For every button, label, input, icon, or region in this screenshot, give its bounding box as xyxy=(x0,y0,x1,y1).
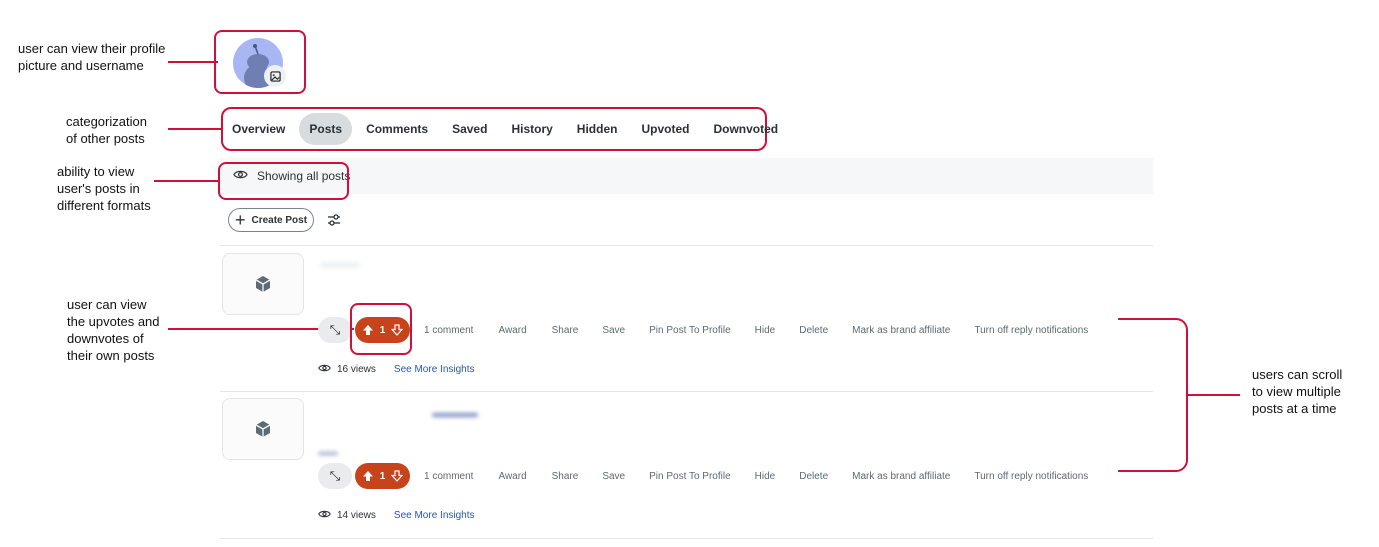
annotation-line-profile xyxy=(168,61,218,63)
pin-post-button[interactable]: Pin Post To Profile xyxy=(649,325,731,336)
post-title-blurred xyxy=(432,413,478,417)
vote-count: 1 xyxy=(379,470,386,482)
upvote-icon[interactable] xyxy=(361,469,375,483)
tab-history[interactable]: History xyxy=(501,113,562,145)
tab-comments[interactable]: Comments xyxy=(356,113,438,145)
expand-icon: ⤡ xyxy=(329,322,341,337)
tab-posts[interactable]: Posts xyxy=(299,113,353,145)
post-actions: 1 comment Award Share Save Pin Post To P… xyxy=(424,325,1088,336)
reply-notifications-button[interactable]: Turn off reply notifications xyxy=(974,325,1088,336)
annotation-formats: ability to view user's posts in differen… xyxy=(57,164,151,213)
expand-post-button[interactable]: ⤡ xyxy=(318,317,352,343)
tab-hidden[interactable]: Hidden xyxy=(567,113,628,145)
eye-icon xyxy=(318,509,331,522)
plus-icon: + xyxy=(234,210,246,230)
annotation-box-formats xyxy=(218,162,349,200)
save-button[interactable]: Save xyxy=(602,471,625,482)
award-button[interactable]: Award xyxy=(498,325,526,336)
image-icon xyxy=(269,70,281,82)
post-views: 16 views See More Insights xyxy=(318,363,475,376)
see-more-insights-link[interactable]: See More Insights xyxy=(394,510,475,521)
tab-downvoted[interactable]: Downvoted xyxy=(703,113,788,145)
annotation-line-scroll xyxy=(1188,394,1240,396)
views-count: 16 views xyxy=(337,364,376,375)
post-views: 14 views See More Insights xyxy=(318,509,475,522)
post-actions: 1 comment Award Share Save Pin Post To P… xyxy=(424,471,1088,482)
save-button[interactable]: Save xyxy=(602,325,625,336)
see-more-insights-link[interactable]: See More Insights xyxy=(394,364,475,375)
create-post-button[interactable]: + Create Post xyxy=(228,208,314,232)
post-thumbnail[interactable] xyxy=(222,398,304,460)
view-filter-bar xyxy=(220,158,1153,194)
profile-tabs: Overview Posts Comments Saved History Hi… xyxy=(222,113,792,145)
eye-icon xyxy=(318,363,331,376)
delete-button[interactable]: Delete xyxy=(799,325,828,336)
annotation-bracket-scroll xyxy=(1118,318,1188,472)
reply-notifications-button[interactable]: Turn off reply notifications xyxy=(974,471,1088,482)
tab-saved[interactable]: Saved xyxy=(442,113,497,145)
delete-button[interactable]: Delete xyxy=(799,471,828,482)
downvote-icon[interactable] xyxy=(390,469,404,483)
tab-overview[interactable]: Overview xyxy=(222,113,295,145)
annotation-scroll: users can scroll to view multiple posts … xyxy=(1252,367,1343,416)
comments-button[interactable]: 1 comment xyxy=(424,325,473,336)
divider xyxy=(220,391,1153,392)
views-count: 14 views xyxy=(337,510,376,521)
cube-icon xyxy=(255,421,271,437)
annotation-line-formats xyxy=(154,180,218,182)
share-button[interactable]: Share xyxy=(552,325,579,336)
change-avatar-icon[interactable] xyxy=(264,65,286,87)
expand-icon: ⤡ xyxy=(329,468,341,483)
post-title-blurred xyxy=(320,262,360,268)
brand-affiliate-button[interactable]: Mark as brand affiliate xyxy=(852,471,950,482)
brand-affiliate-button[interactable]: Mark as brand affiliate xyxy=(852,325,950,336)
cube-icon xyxy=(255,276,271,292)
tab-upvoted[interactable]: Upvoted xyxy=(631,113,699,145)
divider xyxy=(220,245,1153,246)
vote-pill: 1 xyxy=(355,463,410,489)
divider xyxy=(220,538,1153,539)
pin-post-button[interactable]: Pin Post To Profile xyxy=(649,471,731,482)
award-button[interactable]: Award xyxy=(498,471,526,482)
comments-button[interactable]: 1 comment xyxy=(424,471,473,482)
hide-button[interactable]: Hide xyxy=(755,325,776,336)
create-post-label: Create Post xyxy=(251,214,308,226)
share-button[interactable]: Share xyxy=(552,471,579,482)
annotation-profile: user can view their profile picture and … xyxy=(18,41,166,73)
post-body-blurred xyxy=(318,452,338,455)
annotation-votes: user can view the upvotes and downvotes … xyxy=(67,297,160,363)
annotation-line-categorization xyxy=(168,128,222,130)
annotation-box-votes xyxy=(350,303,412,355)
expand-post-button[interactable]: ⤡ xyxy=(318,463,352,489)
sliders-icon[interactable] xyxy=(326,212,342,228)
post-thumbnail[interactable] xyxy=(222,253,304,315)
annotation-categorization: categorization of other posts xyxy=(66,114,147,146)
hide-button[interactable]: Hide xyxy=(755,471,776,482)
